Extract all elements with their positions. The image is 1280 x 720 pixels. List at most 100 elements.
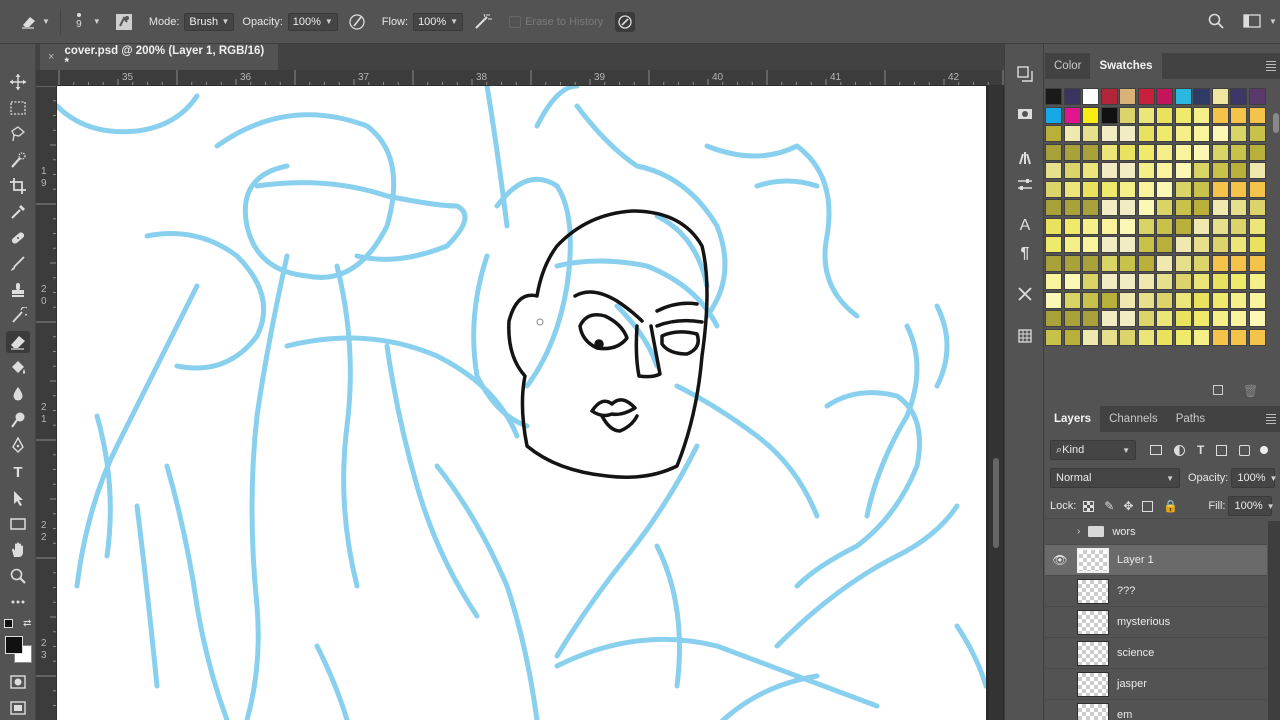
swatch[interactable] [1193, 162, 1210, 179]
swatch[interactable] [1082, 180, 1099, 198]
swatch[interactable] [1193, 143, 1210, 161]
swatch[interactable] [1100, 143, 1118, 161]
swatch[interactable] [1137, 180, 1155, 198]
workspace-caret-icon[interactable]: ▼ [1269, 17, 1277, 26]
swatch[interactable] [1082, 328, 1099, 346]
filter-adjustment-icon[interactable] [1174, 444, 1185, 456]
swatch[interactable] [1193, 199, 1210, 216]
swatch[interactable] [1174, 199, 1192, 216]
swatch[interactable] [1174, 236, 1192, 253]
new-swatch-icon[interactable] [1213, 385, 1223, 395]
shape-tool[interactable] [6, 513, 30, 535]
swatch[interactable] [1248, 180, 1266, 198]
swatch[interactable] [1230, 125, 1247, 142]
swatch[interactable] [1045, 236, 1062, 253]
zoom-tool[interactable] [6, 565, 30, 587]
swatch[interactable] [1193, 180, 1210, 198]
libraries-panel-icon[interactable] [1015, 104, 1035, 124]
lock-all-icon[interactable]: 🔒 [1163, 499, 1178, 513]
swatch[interactable] [1230, 291, 1247, 309]
swatch[interactable] [1156, 125, 1173, 142]
swatch[interactable] [1119, 310, 1136, 327]
swatch[interactable] [1156, 180, 1173, 198]
swatch[interactable] [1137, 88, 1155, 105]
swatch[interactable] [1156, 291, 1173, 309]
swatch[interactable] [1137, 273, 1155, 290]
crop-tool[interactable] [6, 175, 30, 197]
pressure-opacity-icon[interactable] [348, 13, 366, 31]
swatch[interactable] [1119, 199, 1136, 216]
pen-tool[interactable] [6, 435, 30, 457]
filter-toggle-icon[interactable] [1260, 446, 1269, 454]
swatch[interactable] [1211, 217, 1229, 235]
swatch[interactable] [1156, 199, 1173, 216]
swatch[interactable] [1137, 310, 1155, 327]
panel-menu-icon[interactable] [1266, 414, 1276, 426]
foreground-color-chip[interactable] [5, 636, 23, 654]
swatch[interactable] [1248, 328, 1266, 346]
swatch[interactable] [1082, 254, 1099, 272]
brush-settings-panel-icon[interactable] [1015, 284, 1035, 304]
blend-mode-select[interactable]: Normal ▼ [1050, 468, 1180, 488]
swatch[interactable] [1100, 88, 1118, 105]
swatch[interactable] [1045, 273, 1062, 290]
swatch[interactable] [1230, 328, 1247, 346]
fill-field[interactable]: 100% ▼ [1228, 496, 1275, 516]
swatch[interactable] [1119, 273, 1136, 290]
brush-settings-icon[interactable] [115, 13, 133, 31]
swatch[interactable] [1045, 254, 1062, 272]
swatch[interactable] [1119, 254, 1136, 272]
swatch[interactable] [1211, 88, 1229, 105]
ruler-origin[interactable] [36, 70, 57, 86]
paragraph-panel-icon[interactable]: ¶ [1015, 244, 1035, 264]
swatch[interactable] [1156, 254, 1173, 272]
eraser-tool[interactable] [6, 331, 30, 353]
swatch[interactable] [1174, 273, 1192, 290]
swatch[interactable] [1063, 143, 1081, 161]
swatch[interactable] [1082, 106, 1099, 124]
swatch[interactable] [1082, 162, 1099, 179]
swatch[interactable] [1045, 88, 1062, 105]
swatch[interactable] [1119, 236, 1136, 253]
character-panel-icon[interactable]: A [1015, 216, 1035, 236]
lock-transparent-icon[interactable] [1083, 500, 1095, 512]
swatch[interactable] [1248, 254, 1266, 272]
swatch[interactable] [1119, 88, 1136, 105]
swatch[interactable] [1174, 217, 1192, 235]
swatch[interactable] [1248, 199, 1266, 216]
swatches-scrollbar[interactable] [1273, 113, 1279, 133]
swatch[interactable] [1063, 310, 1081, 327]
swatch[interactable] [1100, 328, 1118, 346]
swatch[interactable] [1100, 217, 1118, 235]
swatch[interactable] [1248, 273, 1266, 290]
swatch[interactable] [1063, 217, 1081, 235]
swatch[interactable] [1100, 199, 1118, 216]
document-tab[interactable]: × cover.psd @ 200% (Layer 1, RGB/16) * [40, 44, 278, 70]
filter-smart-object-icon[interactable] [1239, 444, 1251, 456]
swatch[interactable] [1248, 291, 1266, 309]
brush-tool[interactable] [6, 253, 30, 275]
swatch[interactable] [1119, 291, 1136, 309]
swatch[interactable] [1100, 162, 1118, 179]
swatch[interactable] [1156, 217, 1173, 235]
swatch[interactable] [1063, 180, 1081, 198]
swatch[interactable] [1063, 125, 1081, 142]
swatch[interactable] [1100, 180, 1118, 198]
layer-row[interactable]: jasper [1045, 668, 1267, 699]
swatch[interactable] [1193, 291, 1210, 309]
swatch[interactable] [1063, 236, 1081, 253]
flow-field[interactable]: 100% ▼ [413, 12, 464, 31]
swatch[interactable] [1174, 291, 1192, 309]
swatch[interactable] [1100, 106, 1118, 124]
swatch[interactable] [1174, 180, 1192, 198]
swatch[interactable] [1119, 180, 1136, 198]
brush-picker-caret-icon[interactable]: ▼ [93, 17, 101, 26]
swatch[interactable] [1211, 328, 1229, 346]
swatch[interactable] [1082, 217, 1099, 235]
swatch[interactable] [1137, 291, 1155, 309]
hand-tool[interactable] [6, 539, 30, 561]
swatch[interactable] [1211, 273, 1229, 290]
opacity-field[interactable]: 100% ▼ [287, 12, 338, 31]
swatch[interactable] [1082, 273, 1099, 290]
tab-layers[interactable]: Layers [1045, 406, 1101, 432]
